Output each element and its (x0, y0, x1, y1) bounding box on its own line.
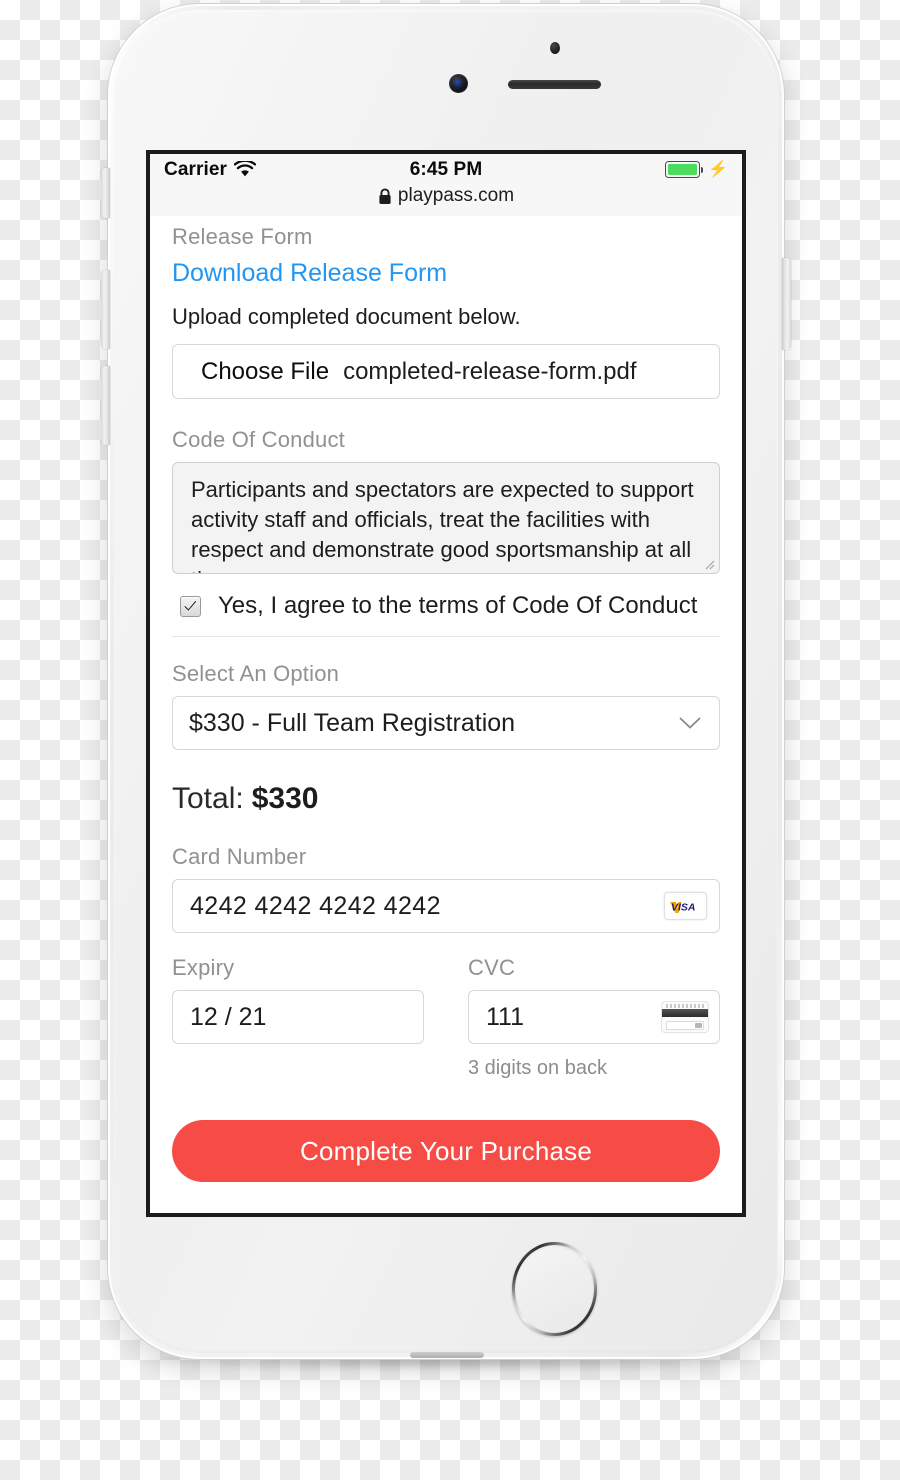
agree-label: Yes, I agree to the terms of Code Of Con… (218, 592, 698, 619)
release-form-section: Release Form Download Release Form Uploa… (172, 224, 720, 399)
choose-file-button[interactable]: Choose File (201, 358, 329, 386)
option-select-value: $330 - Full Team Registration (189, 708, 516, 737)
card-back-icon (661, 1001, 709, 1033)
volume-up-button[interactable] (101, 270, 110, 349)
phone-screen: Carrier 6:45 PM ⚡ playpass.com Release F… (146, 150, 746, 1217)
download-release-form-link[interactable]: Download Release Form (172, 259, 720, 288)
expiry-input[interactable]: 12 / 21 (172, 990, 424, 1044)
chevron-down-icon (679, 717, 701, 729)
agree-checkbox[interactable] (180, 595, 201, 617)
cvc-hint-text: 3 digits on back (468, 1057, 607, 1079)
cvc-input[interactable]: 111 (468, 990, 720, 1044)
release-form-label: Release Form (172, 224, 313, 249)
power-button[interactable] (782, 258, 791, 350)
cvc-label: CVC (468, 955, 516, 980)
total-row: Total: $330 (172, 782, 720, 816)
code-of-conduct-textarea[interactable]: Participants and spectators are expected… (172, 462, 720, 574)
status-bar-left: Carrier (164, 159, 410, 181)
wifi-icon (234, 161, 257, 178)
card-number-value: 4242 4242 4242 4242 (190, 891, 441, 920)
complete-purchase-button[interactable]: Complete Your Purchase (172, 1120, 720, 1182)
battery-fill-level (667, 163, 698, 176)
expiry-column: Expiry 12 / 21 (172, 955, 424, 1080)
select-option-label: Select An Option (172, 661, 340, 686)
expiry-label: Expiry (172, 955, 235, 980)
home-button-surface (515, 1245, 594, 1333)
card-number-label: Card Number (172, 844, 307, 869)
status-bar-right: ⚡ (482, 161, 728, 178)
battery-full-icon (664, 161, 704, 178)
status-bar-time: 6:45 PM (409, 158, 483, 180)
agree-to-terms-row[interactable]: Yes, I agree to the terms of Code Of Con… (172, 578, 720, 637)
status-bar: Carrier 6:45 PM ⚡ (150, 154, 742, 185)
charging-bolt-icon: ⚡ (707, 160, 729, 178)
browser-url-bar[interactable]: playpass.com (150, 185, 742, 216)
option-section: Select An Option $330 - Full Team Regist… (172, 661, 720, 750)
upload-instruction-text: Upload completed document below. (172, 304, 521, 329)
expiry-value: 12 / 21 (190, 1002, 267, 1031)
code-of-conduct-section: Code Of Conduct Participants and spectat… (172, 427, 720, 574)
checkout-form: Release Form Download Release Form Uploa… (150, 216, 742, 1213)
total-amount: $330 (251, 782, 319, 815)
proximity-sensor-icon (550, 42, 560, 54)
bottom-speaker-grille (410, 1352, 484, 1358)
svg-text:VISA: VISA (671, 902, 696, 914)
card-back-microtext (666, 1004, 704, 1008)
earpiece-speaker-icon (508, 80, 601, 89)
lock-icon (379, 188, 391, 204)
home-button[interactable] (512, 1242, 597, 1336)
front-camera-icon (449, 74, 468, 93)
card-number-section: Card Number 4242 4242 4242 4242 VISA (172, 844, 720, 933)
cvc-value: 111 (486, 1002, 525, 1031)
url-text: playpass.com (397, 185, 515, 206)
card-cvc-mark (695, 1023, 702, 1028)
payment-details-row: Expiry 12 / 21 CVC 111 3 digits on back (172, 955, 720, 1080)
card-magnetic-stripe (662, 1009, 708, 1017)
volume-down-button[interactable] (101, 366, 110, 445)
code-of-conduct-label: Code Of Conduct (172, 427, 345, 452)
carrier-label: Carrier (164, 158, 228, 180)
file-upload-field[interactable]: Choose File completed-release-form.pdf (172, 344, 720, 399)
silent-switch-button[interactable] (101, 168, 110, 218)
option-select-dropdown[interactable]: $330 - Full Team Registration (172, 696, 720, 750)
cvc-column: CVC 111 3 digits on back (468, 955, 720, 1080)
visa-icon: VISA (664, 892, 707, 920)
chosen-file-name: completed-release-form.pdf (343, 357, 637, 385)
total-label: Total: (172, 782, 244, 815)
card-number-input[interactable]: 4242 4242 4242 4242 VISA (172, 879, 720, 933)
